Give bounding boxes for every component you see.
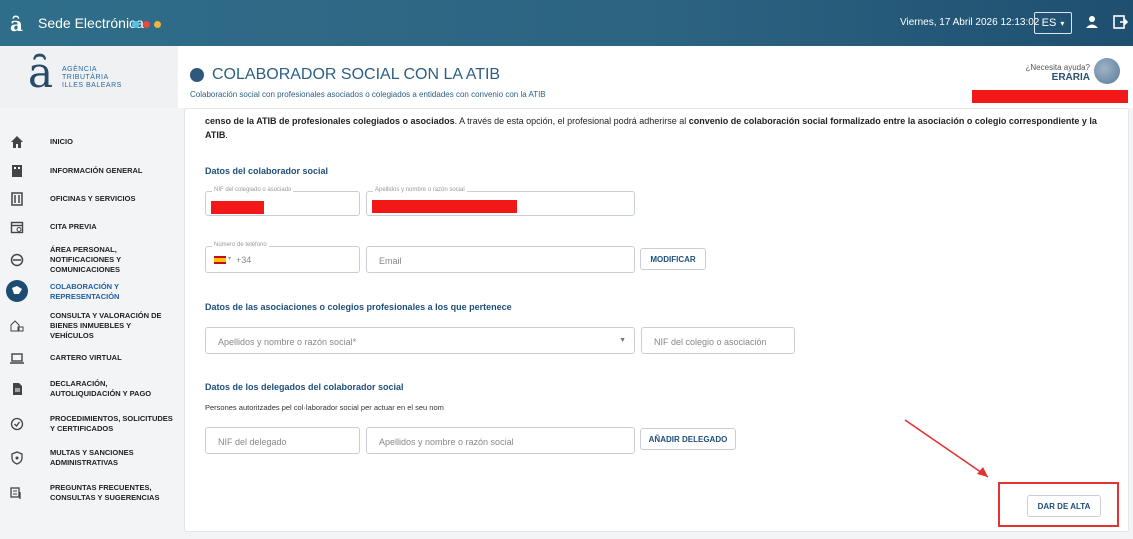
sidebar-item-procedimientos[interactable]: PROCEDIMIENTOS, SOLICITUDES Y CERTIFICAD… [0, 412, 178, 436]
page-subtitle: Colaboración social con profesionales as… [190, 90, 546, 99]
atib-logo-icon[interactable]: ȃ [10, 12, 23, 36]
laptop-icon [10, 353, 24, 364]
redacted-user [972, 90, 1128, 103]
redacted-nif [211, 201, 264, 214]
intro-text: censo de la ATIB de profesionales colegi… [205, 116, 1097, 140]
house-car-icon [10, 320, 24, 332]
help-assistant-name: ERARIA [1051, 72, 1090, 83]
atib-emblem-icon: ȃ [28, 48, 54, 97]
language-selector[interactable]: ES ▾ [1034, 12, 1072, 34]
sidebar-item-colaboracion[interactable]: COLABORACIÓN Y REPRESENTACIÓN [0, 280, 178, 304]
office-icon [11, 192, 23, 206]
help-question: ¿Necesita ayuda? [1025, 63, 1090, 72]
chevron-down-icon: ▼ [619, 337, 626, 344]
chevron-down-icon: ▾ [1060, 18, 1065, 28]
home-icon [11, 136, 23, 148]
sidebar-item-declaracion[interactable]: DECLARACIÓN, AUTOLIQUIDACIÓN Y PAGO [0, 377, 178, 401]
nombre-delegado-field[interactable]: Apellidos y nombre o razón social [366, 427, 635, 454]
nif-colegio-field[interactable]: NIF del colegio o asociación [641, 327, 795, 354]
section-colaborador-title: Datos del colaborador social [205, 166, 329, 176]
brand-title: Sede Electrónica [38, 15, 144, 31]
email-field[interactable]: Email [366, 246, 635, 273]
sidebar-item-oficinas[interactable]: OFICINAS Y SERVICIOS [0, 191, 178, 207]
document-icon [13, 383, 22, 395]
add-delegate-button[interactable]: AÑADIR DELEGADO [640, 428, 736, 450]
top-bar: ȃ Sede Electrónica Viernes, 17 Abril 202… [0, 0, 1133, 46]
user-icon[interactable] [1084, 14, 1100, 30]
section-delegados-title: Datos de los delegados del colaborador s… [205, 382, 404, 392]
annotation-arrow [904, 419, 989, 478]
user-icon [10, 253, 24, 267]
assistant-avatar[interactable] [1094, 58, 1120, 84]
help-link[interactable]: ¿Necesita ayuda? ERARIA [1018, 63, 1090, 83]
sidebar-item-informacion-general[interactable]: INFORMACIÓN GENERAL [0, 163, 178, 179]
section-asociaciones-title: Datos de las asociaciones o colegios pro… [205, 302, 512, 312]
section-icon [190, 68, 204, 82]
modify-button[interactable]: MODIFICAR [640, 248, 706, 270]
spain-flag-icon[interactable] [214, 256, 226, 264]
sidebar-item-cita-previa[interactable]: CITA PREVIA [0, 219, 178, 235]
check-circle-icon [10, 417, 24, 431]
asociacion-select[interactable]: Apellidos y nombre o razón social* ▼ [205, 327, 635, 354]
shield-icon [11, 451, 23, 465]
building-icon [12, 165, 22, 177]
sidebar-item-multas[interactable]: MULTAS Y SANCIONES ADMINISTRATIVAS [0, 446, 178, 470]
sidebar-item-inicio[interactable]: INICIO [0, 134, 178, 150]
faq-icon [10, 487, 21, 499]
logo-text: AGÈNCIA TRIBUTÀRIA ILLES BALEARS [62, 66, 122, 89]
language-value: ES [1041, 17, 1057, 29]
nif-delegado-field[interactable]: NIF del delegado [205, 427, 360, 454]
brand-dots [132, 21, 161, 28]
redacted-name [372, 200, 517, 213]
phone-field[interactable]: Número de teléfono ▾ +34 [205, 242, 360, 273]
sidebar-item-area-personal[interactable]: ÁREA PERSONAL, NOTIFICACIONES Y COMUNICA… [0, 245, 178, 274]
sidebar-item-cartero-virtual[interactable]: CARTERO VIRTUAL [0, 350, 178, 366]
chevron-down-icon: ▾ [228, 256, 232, 262]
sidebar-item-preguntas[interactable]: PREGUNTAS FRECUENTES, CONSULTAS Y SUGERE… [0, 481, 178, 505]
handshake-icon [6, 280, 28, 302]
page-title: COLABORADOR SOCIAL CON LA ATIB [212, 66, 501, 83]
current-datetime: Viernes, 17 Abril 2026 12:13:02 [900, 17, 1040, 28]
nombre-colaborador-field[interactable]: Apellidos y nombre o razón social [366, 187, 635, 216]
delegados-note: Persones autoritzades pel col·laborador … [205, 403, 444, 412]
nif-colegiado-field[interactable]: NIF del colegiado o asociado [205, 187, 360, 216]
sidebar-item-consulta-valoracion[interactable]: CONSULTA Y VALORACIÓN DE BIENES INMUEBLE… [0, 311, 178, 340]
logout-icon[interactable] [1112, 14, 1128, 30]
calendar-icon [10, 221, 24, 234]
submit-button[interactable]: DAR DE ALTA [1027, 495, 1101, 517]
